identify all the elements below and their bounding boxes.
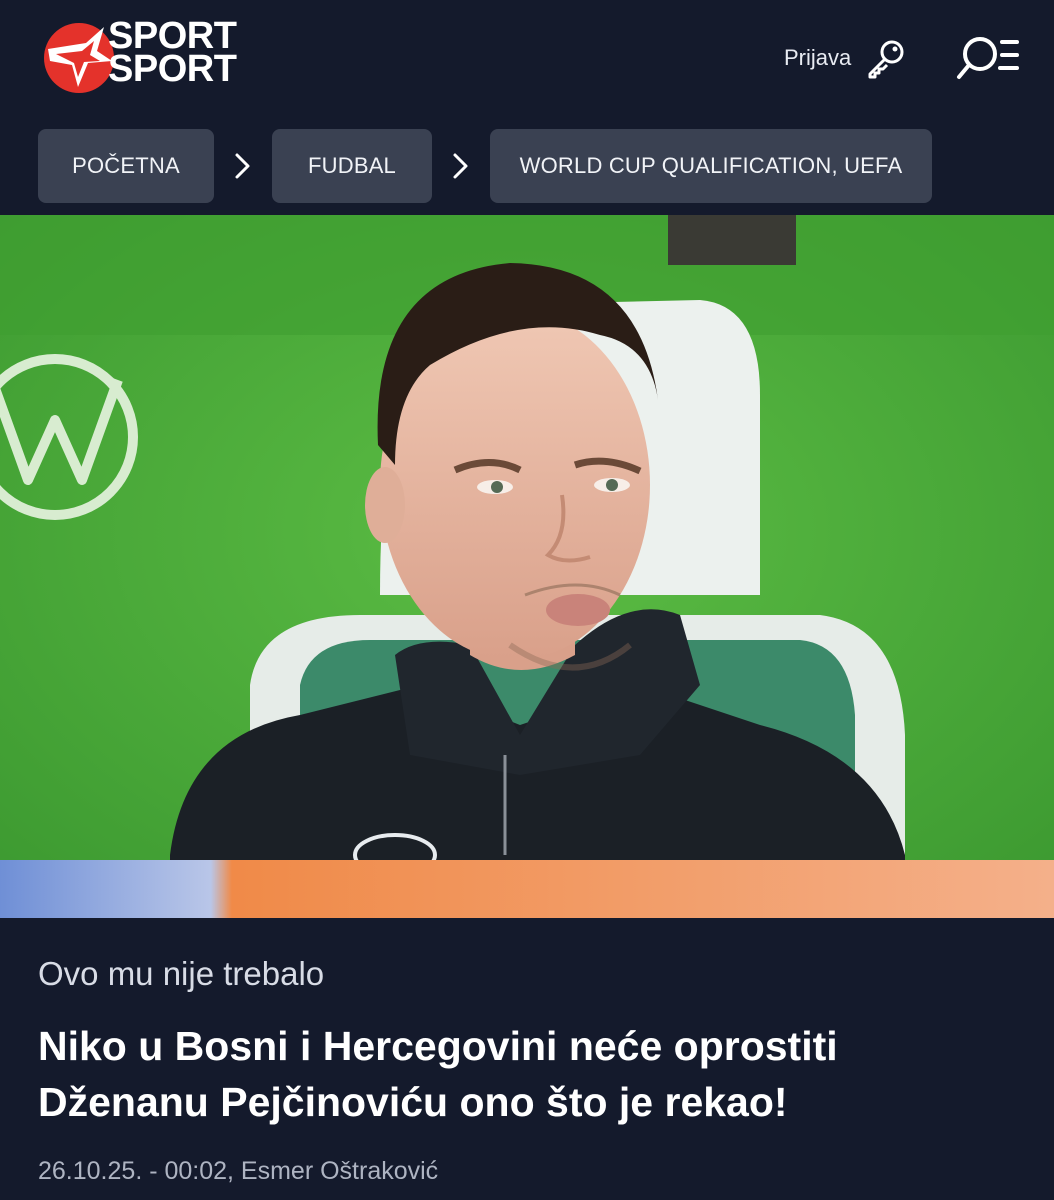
article-meta: 26.10.25. - 00:02, Esmer Oštraković	[38, 1157, 439, 1185]
logo-word-2: SPORT	[108, 48, 237, 90]
article-hero-image[interactable]	[0, 215, 1054, 918]
login-button[interactable]: Prijava	[784, 36, 909, 80]
search-menu-icon[interactable]	[956, 34, 1020, 82]
player-on-bench-photo	[0, 215, 1054, 918]
breadcrumb-item-football[interactable]: FUDBAL	[272, 128, 432, 203]
key-icon	[868, 40, 904, 79]
article-title-line-2: Dženanu Pejčinoviću ono što je rekao!	[38, 1079, 788, 1125]
article-kicker: Ovo mu nije trebalo	[38, 955, 325, 992]
logo-wordmark: SPORT SPORT	[108, 17, 237, 90]
article-title[interactable]: Niko u Bosni i Hercegovini neće oprostit…	[38, 1018, 1018, 1130]
breadcrumb-item-competition[interactable]: WORLD CUP QUALIFICATION, UEFA	[490, 128, 932, 203]
star-icon	[44, 23, 114, 93]
chevron-right-icon	[214, 129, 272, 203]
site-logo[interactable]: SPORT SPORT	[42, 17, 272, 98]
page: SPORT SPORT Prijava POČETNA FUDBAL WORLD…	[0, 0, 1054, 1200]
breadcrumb: POČETNA FUDBAL WORLD CUP QUALIFICATION, …	[38, 128, 932, 203]
site-header: SPORT SPORT Prijava POČETNA FUDBAL WORLD…	[0, 0, 1054, 215]
breadcrumb-item-home[interactable]: POČETNA	[38, 128, 214, 203]
chevron-right-icon	[432, 129, 490, 203]
article-title-line-1: Niko u Bosni i Hercegovini neće oprostit…	[38, 1023, 838, 1069]
login-label: Prijava	[784, 45, 852, 70]
